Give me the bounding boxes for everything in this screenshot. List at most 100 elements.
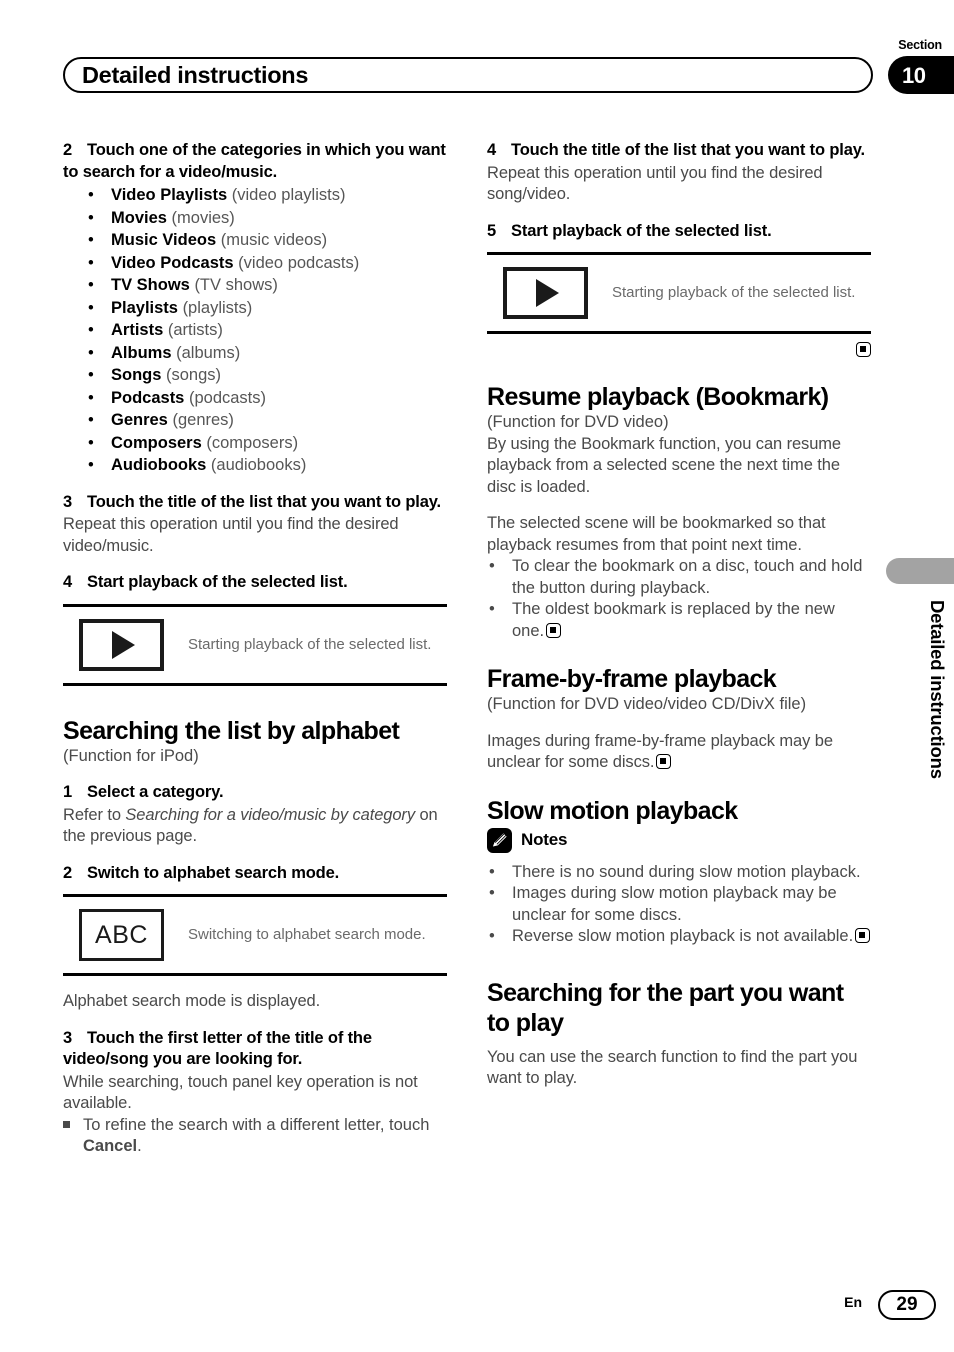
bullet-dot-icon: • bbox=[489, 557, 495, 575]
search-body: You can use the search function to find … bbox=[487, 1047, 858, 1088]
list-item: • Movies (movies) bbox=[85, 207, 447, 230]
step-4-text: Start playback of the selected list. bbox=[87, 573, 348, 591]
play-icon bbox=[112, 630, 135, 659]
category-term: Video Podcasts bbox=[111, 253, 234, 272]
resume-intro: By using the Bookmark function, you can … bbox=[487, 434, 842, 496]
step-2-text: Touch one of the categories in which you… bbox=[63, 141, 446, 181]
step-2-number: 2 bbox=[63, 141, 73, 159]
figure-play-key: Starting playback of the selected list. bbox=[63, 603, 447, 686]
end-of-section-icon bbox=[856, 342, 871, 357]
right-step-4-number: 4 bbox=[487, 141, 497, 159]
category-term: Video Playlists bbox=[111, 186, 228, 204]
list-item: • Songs (songs) bbox=[85, 364, 447, 387]
abc-key-box[interactable]: ABC bbox=[79, 909, 164, 961]
step-3-heading: 3 Touch the title of the list that you wa… bbox=[63, 492, 447, 514]
step-4-heading: 4 Start playback of the selected list. bbox=[63, 572, 447, 594]
right-step-5-text: Start playback of the selected list. bbox=[511, 221, 772, 240]
end-of-section-icon bbox=[855, 928, 871, 943]
bullet-dot-icon: • bbox=[88, 366, 94, 384]
bullet-dot-icon: • bbox=[88, 276, 94, 294]
category-paren: (music videos) bbox=[220, 231, 328, 249]
footer-language-code: En bbox=[844, 1294, 862, 1310]
play-key-box[interactable] bbox=[79, 618, 164, 671]
alphabet-step-1-heading: 1 Select a category. bbox=[63, 782, 447, 804]
alphabet-after-figure-text: Alphabet search mode is displayed. bbox=[63, 992, 321, 1010]
step-2-heading: 2 Touch one of the categories in which yo… bbox=[63, 140, 447, 183]
list-item: • Artists (artists) bbox=[85, 319, 447, 342]
bullet-dot-icon: • bbox=[489, 862, 495, 881]
bullet-dot-icon: • bbox=[88, 208, 94, 227]
play-icon bbox=[536, 279, 559, 307]
play-key-box[interactable] bbox=[503, 267, 588, 319]
right-step-4-body: Repeat this operation until you find the… bbox=[487, 163, 823, 204]
notes-label: Notes bbox=[521, 830, 568, 849]
category-term: Genres bbox=[111, 411, 168, 429]
list-item: • To clear the bookmark on a disc, touch … bbox=[487, 556, 871, 599]
bullet-dot-icon: • bbox=[88, 231, 94, 249]
category-paren: (playlists) bbox=[182, 298, 253, 317]
list-item: • Audiobooks (audiobooks) bbox=[85, 454, 447, 477]
bullet-text: Reverse slow motion playback is not avai… bbox=[512, 927, 854, 945]
subbullet-suffix: . bbox=[137, 1137, 142, 1155]
section-heading-search: Searching for the part you want to play bbox=[487, 978, 844, 1037]
bullet-dot-icon: • bbox=[88, 388, 94, 407]
alphabet-step-2-heading: 2 Switch to alphabet search mode. bbox=[63, 863, 447, 885]
category-paren: (video playlists) bbox=[231, 186, 346, 204]
bullet-dot-icon: • bbox=[88, 298, 94, 317]
category-paren: (video podcasts) bbox=[238, 253, 360, 272]
abc-icon: ABC bbox=[95, 920, 148, 949]
bullet-text: There is no sound during slow motion pla… bbox=[512, 862, 861, 881]
category-paren: (songs) bbox=[166, 366, 222, 384]
alphabet-step-3-subbullet: To refine the search with a different le… bbox=[63, 1115, 447, 1158]
bullet-dot-icon: • bbox=[489, 884, 495, 902]
list-item: • Albums (albums) bbox=[85, 342, 447, 365]
section-label: Section bbox=[898, 38, 942, 52]
bullet-dot-icon: • bbox=[88, 411, 94, 429]
bullet-dot-icon: • bbox=[489, 927, 495, 945]
notes-header: Notes bbox=[487, 827, 871, 853]
list-item: • There is no sound during slow motion pl… bbox=[487, 862, 871, 884]
category-term: Podcasts bbox=[111, 388, 185, 407]
refer-prefix: Refer to bbox=[63, 805, 126, 824]
section-heading-alphabet: Searching the list by alphabet bbox=[63, 716, 400, 745]
alphabet-step-1-text: Select a category. bbox=[87, 783, 224, 801]
frame-function-note: (Function for DVD video/video CD/DivX fi… bbox=[487, 695, 807, 713]
bullet-dot-icon: • bbox=[88, 456, 94, 474]
category-term: Movies bbox=[111, 208, 167, 227]
category-paren: (movies) bbox=[171, 208, 235, 227]
category-paren: (artists) bbox=[167, 321, 223, 339]
category-paren: (podcasts) bbox=[188, 388, 266, 407]
cancel-key-label: Cancel bbox=[83, 1137, 138, 1155]
page-header: Detailed instructions Section 10 bbox=[0, 0, 954, 120]
section-number-badge: 10 bbox=[888, 56, 954, 94]
category-term: Artists bbox=[111, 321, 164, 339]
category-paren: (genres) bbox=[172, 411, 234, 429]
figure-play-key: Starting playback of the selected list. bbox=[487, 252, 871, 334]
alphabet-step-3-heading: 3 Touch the first letter of the title of … bbox=[63, 1028, 447, 1071]
category-paren: (audiobooks) bbox=[210, 456, 307, 474]
slow-notes-list: • There is no sound during slow motion pl… bbox=[487, 862, 871, 948]
category-paren: (composers) bbox=[206, 433, 299, 452]
bullet-dot-icon: • bbox=[88, 186, 94, 204]
bullet-text: To clear the bookmark on a disc, touch a… bbox=[512, 557, 863, 597]
bullet-dot-icon: • bbox=[88, 321, 94, 339]
bullet-text: Images during slow motion playback may b… bbox=[512, 884, 837, 924]
category-term: Audiobooks bbox=[111, 456, 207, 474]
list-item: • TV Shows (TV shows) bbox=[85, 274, 447, 297]
refer-italic-title: Searching for a video/music by category bbox=[125, 805, 415, 824]
alphabet-step-1-body: Refer to Searching for a video/music by … bbox=[63, 805, 447, 848]
pencil-icon bbox=[487, 827, 512, 853]
resume-bullet-list: • To clear the bookmark on a disc, touch … bbox=[487, 556, 871, 642]
resume-function-note: (Function for DVD video) bbox=[487, 413, 669, 431]
square-bullet-icon bbox=[63, 1120, 70, 1128]
category-term: Music Videos bbox=[111, 231, 217, 249]
